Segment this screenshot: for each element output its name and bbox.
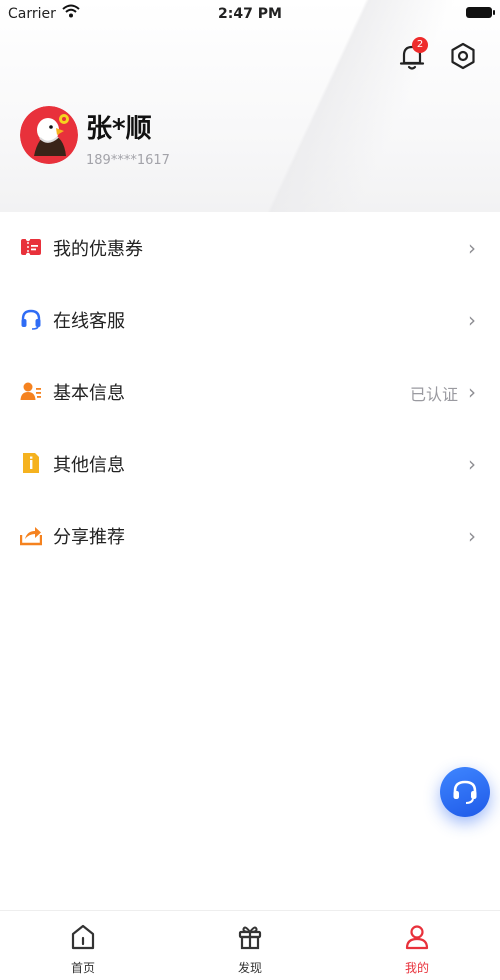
tab-bar: 首页 发现 我的 (0, 910, 500, 980)
tab-label: 首页 (70, 961, 95, 975)
header-background (0, 0, 500, 212)
chevron-right-icon: › (468, 236, 476, 260)
user-phone: 189****1617 (86, 153, 170, 168)
menu-item-other-info[interactable]: 其他信息 › (0, 428, 500, 500)
user-info-icon (20, 382, 41, 400)
tab-discover[interactable]: 发现 (167, 911, 333, 980)
chevron-right-icon: › (468, 380, 476, 404)
tab-label: 发现 (237, 961, 262, 975)
person-icon (405, 925, 429, 950)
user-name: 张*顺 (86, 114, 152, 144)
verified-status: 已认证 (409, 385, 458, 404)
chevron-right-icon: › (468, 308, 476, 332)
notification-badge: 2 (412, 37, 428, 53)
headset-icon (453, 780, 477, 804)
share-icon (20, 527, 42, 546)
home-icon (71, 924, 95, 950)
menu-item-label: 其他信息 (53, 455, 125, 476)
floating-customer-service-button[interactable] (440, 767, 490, 817)
menu-item-share[interactable]: 分享推荐 › (0, 500, 500, 572)
tab-mine[interactable]: 我的 (334, 911, 500, 980)
gift-icon (238, 926, 262, 950)
document-icon (23, 453, 39, 473)
menu-item-coupons[interactable]: 我的优惠券 › (0, 212, 500, 284)
menu-item-online-service[interactable]: 在线客服 › (0, 284, 500, 356)
menu-item-label: 分享推荐 (53, 527, 125, 548)
menu-item-label: 基本信息 (53, 383, 125, 404)
avatar[interactable] (20, 106, 78, 164)
status-bar: Carrier 2:47 PM (0, 0, 500, 28)
menu-item-basic-info[interactable]: 基本信息 已认证 › (0, 356, 500, 428)
coupon-icon (21, 236, 41, 258)
clock: 2:47 PM (218, 6, 282, 22)
battery-icon (466, 7, 495, 18)
menu-list: 我的优惠券 › 在线客服 › 基本信息 已认证 › 其他信息 › 分享推荐 › (0, 212, 500, 572)
settings-icon[interactable] (449, 42, 477, 70)
tab-label: 我的 (404, 961, 429, 975)
eagle-avatar-icon (20, 106, 78, 164)
menu-item-label: 我的优惠券 (53, 239, 143, 260)
menu-item-label: 在线客服 (53, 311, 125, 332)
chevron-right-icon: › (468, 524, 476, 548)
chevron-right-icon: › (468, 452, 476, 476)
tab-home[interactable]: 首页 (0, 911, 166, 980)
headset-icon (21, 309, 41, 330)
